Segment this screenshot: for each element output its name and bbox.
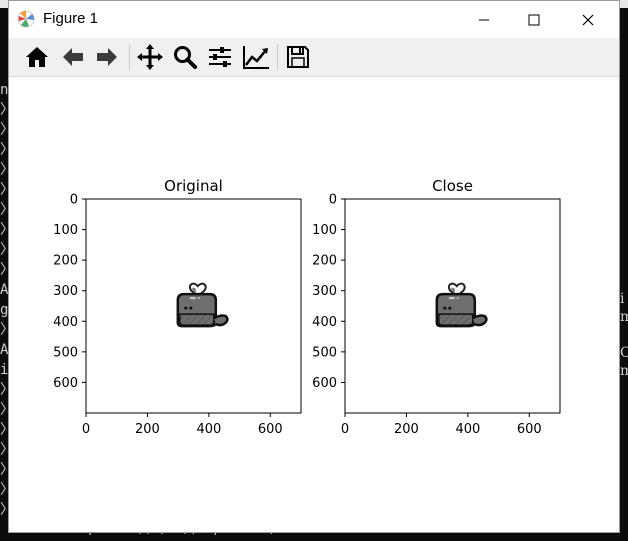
y-tick-label: 300 [312,284,337,299]
terminal-glyph [620,326,628,344]
y-tick-label: 400 [53,315,78,330]
terminal-glyph: i [620,291,625,307]
x-tick-label: 400 [196,422,221,437]
navigation-toolbar [9,38,619,77]
arrow-left-icon [63,48,83,66]
terminal-glyph: 〉 [0,122,14,138]
terminal-right-text: imOm [620,290,628,380]
x-tick-label: 200 [394,422,419,437]
terminal-glyph: A [0,342,9,358]
y-tick-label: 0 [70,193,78,208]
subplot-title: Original [164,177,223,195]
terminal-left-text: n 〉〉〉〉〉〉〉〉〉 Ag 〉 Ai 〉〉〉〉〉〉〉 [0,80,14,540]
y-tick-label: 200 [312,254,337,269]
terminal-glyph: 〉 [0,162,14,178]
subplot-title: Close [432,177,473,195]
terminal-glyph: 〉 [0,462,14,478]
y-tick-label: 300 [53,284,78,299]
y-tick-label: 100 [312,223,337,238]
save-button[interactable] [283,42,313,72]
forward-button[interactable] [92,42,122,72]
terminal-glyph: A [0,282,9,298]
terminal-glyph: g [0,302,9,318]
y-tick-label: 500 [53,345,78,360]
move-icon [137,44,163,70]
edit-axis-button[interactable] [241,42,271,72]
x-tick-label: 600 [517,422,542,437]
y-tick-label: 400 [312,315,337,330]
close-button[interactable] [565,1,611,38]
close-icon [582,14,594,25]
save-icon [287,46,309,68]
pan-button[interactable] [135,42,165,72]
x-tick-label: 200 [135,422,160,437]
window-title: Figure 1 [43,10,99,27]
terminal-glyph: 〉 [0,182,14,198]
x-tick-label: 400 [455,422,480,437]
terminal-glyph: n [0,82,9,98]
terminal-glyph: 〉 [0,142,14,158]
zoom-button[interactable] [170,42,200,72]
home-button[interactable] [22,42,52,72]
terminal-glyph: 〉 [0,422,14,438]
x-tick-label: 0 [82,422,90,437]
whale-image [176,282,229,328]
terminal-glyph: O [620,345,628,361]
maximize-button[interactable] [511,1,557,38]
x-tick-label: 600 [258,422,283,437]
figure-plot: Original0 200 400 6000100200300400500600Clo… [53,177,561,437]
minimize-icon [479,19,489,20]
subplot-2: Close 0 200 400 600 0 100 200 300 400 500 600 [312,177,561,437]
terminal-glyph: 〉 [0,402,14,418]
figure-canvas[interactable]: Original 0 200 400 600 0 100 200 300 400 500 600 Clo… [9,77,619,532]
y-tick-label: 100 [53,223,78,238]
terminal-glyph: 〉 [0,242,14,258]
y-tick-label: 500 [312,345,337,360]
terminal-glyph: 〉 [0,442,14,458]
matplotlib-logo-icon [17,10,35,28]
sliders-icon [209,47,231,67]
y-tick-label: 0 [329,193,337,208]
terminal-glyph: 〉 [0,222,14,238]
whale-image [435,282,488,328]
terminal-glyph: 〉 [0,502,14,518]
figure-window: Figure 1 Original 0 200 400 600 0 100 20… [8,0,620,533]
terminal-glyph: 〉 [0,322,14,338]
terminal-glyph: 〉 [0,482,14,498]
y-tick-label: 600 [53,376,78,391]
terminal-glyph: m [620,309,628,325]
minimize-button[interactable] [461,1,507,38]
terminal-glyph: i [0,362,9,378]
arrow-right-icon [97,48,117,66]
y-tick-label: 600 [312,376,337,391]
back-button[interactable] [58,42,88,72]
chart-line-icon [243,46,269,69]
title-bar[interactable]: Figure 1 [9,1,619,38]
terminal-glyph: 〉 [0,102,14,118]
maximize-icon [528,14,540,25]
zoom-icon [174,46,197,69]
terminal-glyph: 〉 [0,202,14,218]
terminal-glyph: 〉 [0,262,14,278]
toolbar-separator [277,44,278,70]
terminal-glyph: m [620,363,628,379]
home-icon [26,47,48,67]
y-tick-label: 200 [53,254,78,269]
subplot-1: Original 0 200 400 600 0 100 200 300 400 500 600 [53,177,302,437]
configure-subplots-button[interactable] [205,42,235,72]
toolbar-separator [129,44,130,70]
x-tick-label: 0 [341,422,349,437]
terminal-glyph: 〉 [0,382,14,398]
